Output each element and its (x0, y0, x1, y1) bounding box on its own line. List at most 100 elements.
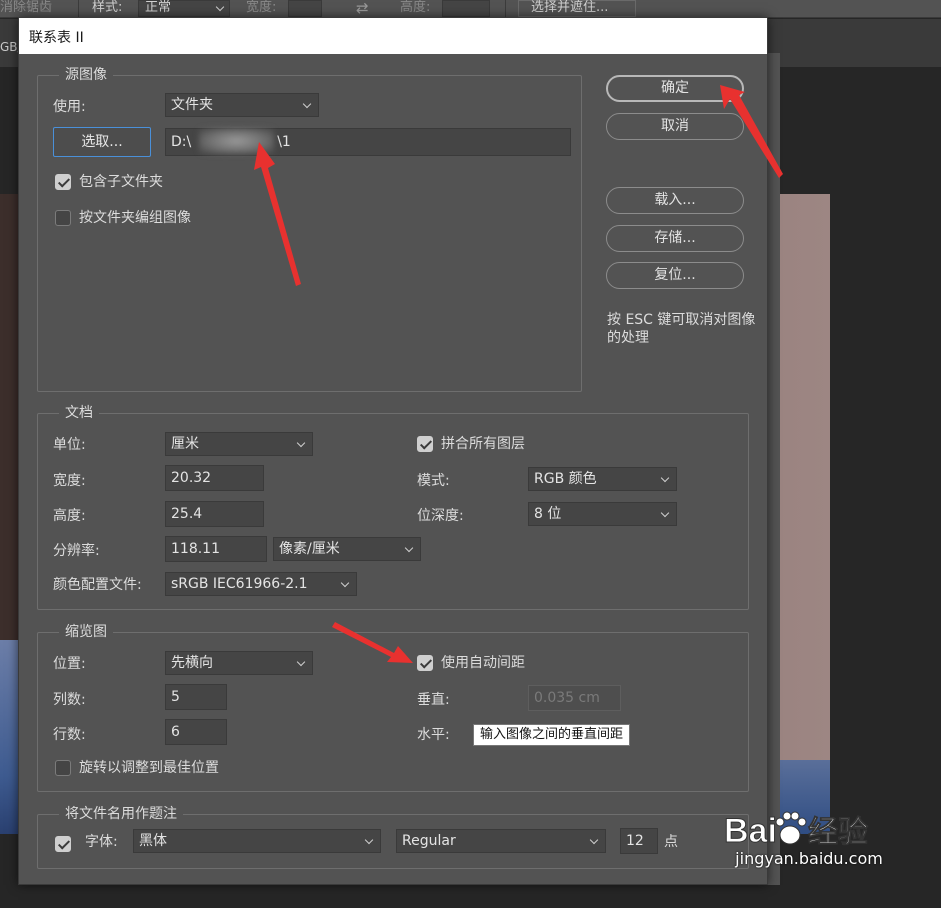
caption-style-select[interactable]: Regular (396, 829, 606, 853)
vertical-label: 垂直: (417, 692, 450, 708)
use-label: 使用: (53, 99, 86, 115)
color-profile-select[interactable]: sRGB IEC61966-2.1 (165, 572, 357, 596)
baidu-jingyan-watermark: Bai 经验 jingyan.baidu.com (724, 804, 894, 868)
baidu-logo-icon: Bai 经验 (724, 811, 868, 851)
source-path-prefix: D:\ (171, 134, 192, 150)
mode-select[interactable]: RGB 颜色 (528, 467, 677, 491)
width-field[interactable]: 20.32 (165, 465, 264, 491)
chevron-down-icon (364, 835, 374, 845)
caption-style-value: Regular (402, 833, 456, 849)
include-subfolders-label: 包含子文件夹 (79, 174, 163, 190)
style-select[interactable]: 正常 (138, 0, 230, 17)
contact-sheet-dialog: 联系表 II 源图像 使用: 文件夹 选取... D:\ \1 包含子文件夹 按文… (18, 17, 768, 885)
options-bar: 消除锯齿 样式: 正常 宽度: ⇄ 高度: 选择并遮住... (0, 0, 941, 18)
save-button[interactable]: 存储... (606, 225, 744, 252)
dialog-titlebar[interactable]: 联系表 II (19, 18, 767, 54)
chevron-down-icon (404, 543, 414, 553)
chevron-down-icon (296, 438, 306, 448)
flatten-layers-checkbox[interactable] (417, 436, 433, 452)
width-label: 宽度: (53, 473, 86, 489)
vertical-spacing-field[interactable]: 0.035 cm (528, 685, 621, 711)
chevron-down-icon (302, 99, 312, 109)
esc-hint: 按 ESC 键可取消对图像的处理 (607, 312, 756, 346)
path-blur-redaction (199, 128, 274, 154)
columns-label: 列数: (53, 692, 86, 708)
reset-button[interactable]: 复位... (606, 262, 744, 289)
height-label: 高度: (400, 0, 431, 15)
use-select[interactable]: 文件夹 (165, 93, 319, 117)
caption-size-field[interactable]: 12 (620, 828, 658, 854)
auto-spacing-checkbox[interactable] (417, 655, 433, 671)
svg-text:经验: 经验 (808, 815, 868, 850)
caption-enable-checkbox[interactable] (55, 836, 71, 852)
caption-font-value: 黑体 (139, 833, 167, 849)
group-by-folder-label: 按文件夹编组图像 (79, 210, 191, 226)
unit-select-value: 厘米 (171, 436, 199, 452)
chevron-down-icon (296, 657, 306, 667)
source-path-suffix: \1 (277, 134, 291, 150)
chevron-down-icon (660, 508, 670, 518)
rows-label: 行数: (53, 727, 86, 743)
resolution-unit-select[interactable]: 像素/厘米 (273, 537, 421, 561)
mode-select-value: RGB 颜色 (534, 471, 597, 487)
width-field[interactable] (288, 0, 322, 17)
resolution-field[interactable]: 118.11 (165, 536, 267, 562)
bit-depth-label: 位深度: (417, 508, 464, 524)
thumbnails-legend: 缩览图 (59, 624, 113, 640)
source-images-legend: 源图像 (59, 67, 113, 83)
font-label: 字体: (85, 834, 118, 850)
mode-label: 模式: (417, 473, 450, 489)
watermark-url: jingyan.baidu.com (735, 849, 883, 868)
chevron-down-icon (340, 578, 350, 588)
divider (78, 0, 79, 18)
cancel-button[interactable]: 取消 (606, 113, 744, 140)
load-button[interactable]: 载入... (606, 187, 744, 214)
rotate-for-fit-checkbox[interactable] (55, 760, 71, 776)
style-label: 样式: (92, 0, 123, 15)
divider (505, 0, 506, 18)
canvas-photo-detail (0, 640, 20, 834)
chevron-down-icon (215, 2, 225, 12)
select-and-mask-label: 选择并遮住... (531, 0, 609, 15)
dialog-shadow-panel (768, 53, 780, 885)
dialog-title: 联系表 II (29, 30, 84, 46)
bit-depth-value: 8 位 (534, 506, 562, 522)
group-by-folder-checkbox[interactable] (55, 210, 71, 226)
caption-legend: 将文件名用作题注 (59, 806, 183, 822)
height-field[interactable] (442, 0, 490, 17)
place-label: 位置: (53, 656, 86, 672)
source-images-group (37, 75, 582, 392)
height-field[interactable]: 25.4 (165, 501, 264, 527)
unit-label: 单位: (53, 437, 86, 453)
include-subfolders-checkbox[interactable] (55, 174, 71, 190)
color-profile-label: 颜色配置文件: (53, 577, 142, 593)
horizontal-label: 水平: (417, 727, 450, 743)
swap-icon[interactable]: ⇄ (356, 0, 369, 16)
caption-font-select[interactable]: 黑体 (133, 829, 381, 853)
auto-spacing-label: 使用自动间距 (441, 655, 525, 671)
resolution-unit-value: 像素/厘米 (279, 541, 340, 557)
unit-select[interactable]: 厘米 (165, 432, 313, 456)
place-select-value: 先横向 (171, 655, 213, 671)
style-select-value: 正常 (145, 0, 172, 15)
chevron-down-icon (660, 473, 670, 483)
antialias-option[interactable]: 消除锯齿 (0, 0, 52, 16)
spacing-tooltip: 输入图像之间的垂直间距 (473, 724, 631, 746)
document-legend: 文档 (59, 405, 99, 421)
chevron-down-icon (589, 835, 599, 845)
bit-depth-select[interactable]: 8 位 (528, 502, 677, 526)
ok-button[interactable]: 确定 (606, 75, 744, 102)
use-select-value: 文件夹 (171, 97, 213, 113)
rotate-for-fit-label: 旋转以调整到最佳位置 (79, 760, 219, 776)
svg-text:Bai: Bai (724, 812, 777, 850)
height-label: 高度: (53, 508, 86, 524)
rows-field[interactable]: 6 (165, 719, 227, 745)
columns-field[interactable]: 5 (165, 684, 227, 710)
place-select[interactable]: 先横向 (165, 651, 313, 675)
select-and-mask-button[interactable]: 选择并遮住... (518, 0, 636, 17)
resolution-label: 分辨率: (53, 543, 100, 559)
flatten-layers-label: 拼合所有图层 (441, 436, 525, 452)
width-label: 宽度: (246, 0, 277, 15)
color-profile-value: sRGB IEC61966-2.1 (171, 576, 308, 592)
browse-button[interactable]: 选取... (53, 127, 151, 157)
